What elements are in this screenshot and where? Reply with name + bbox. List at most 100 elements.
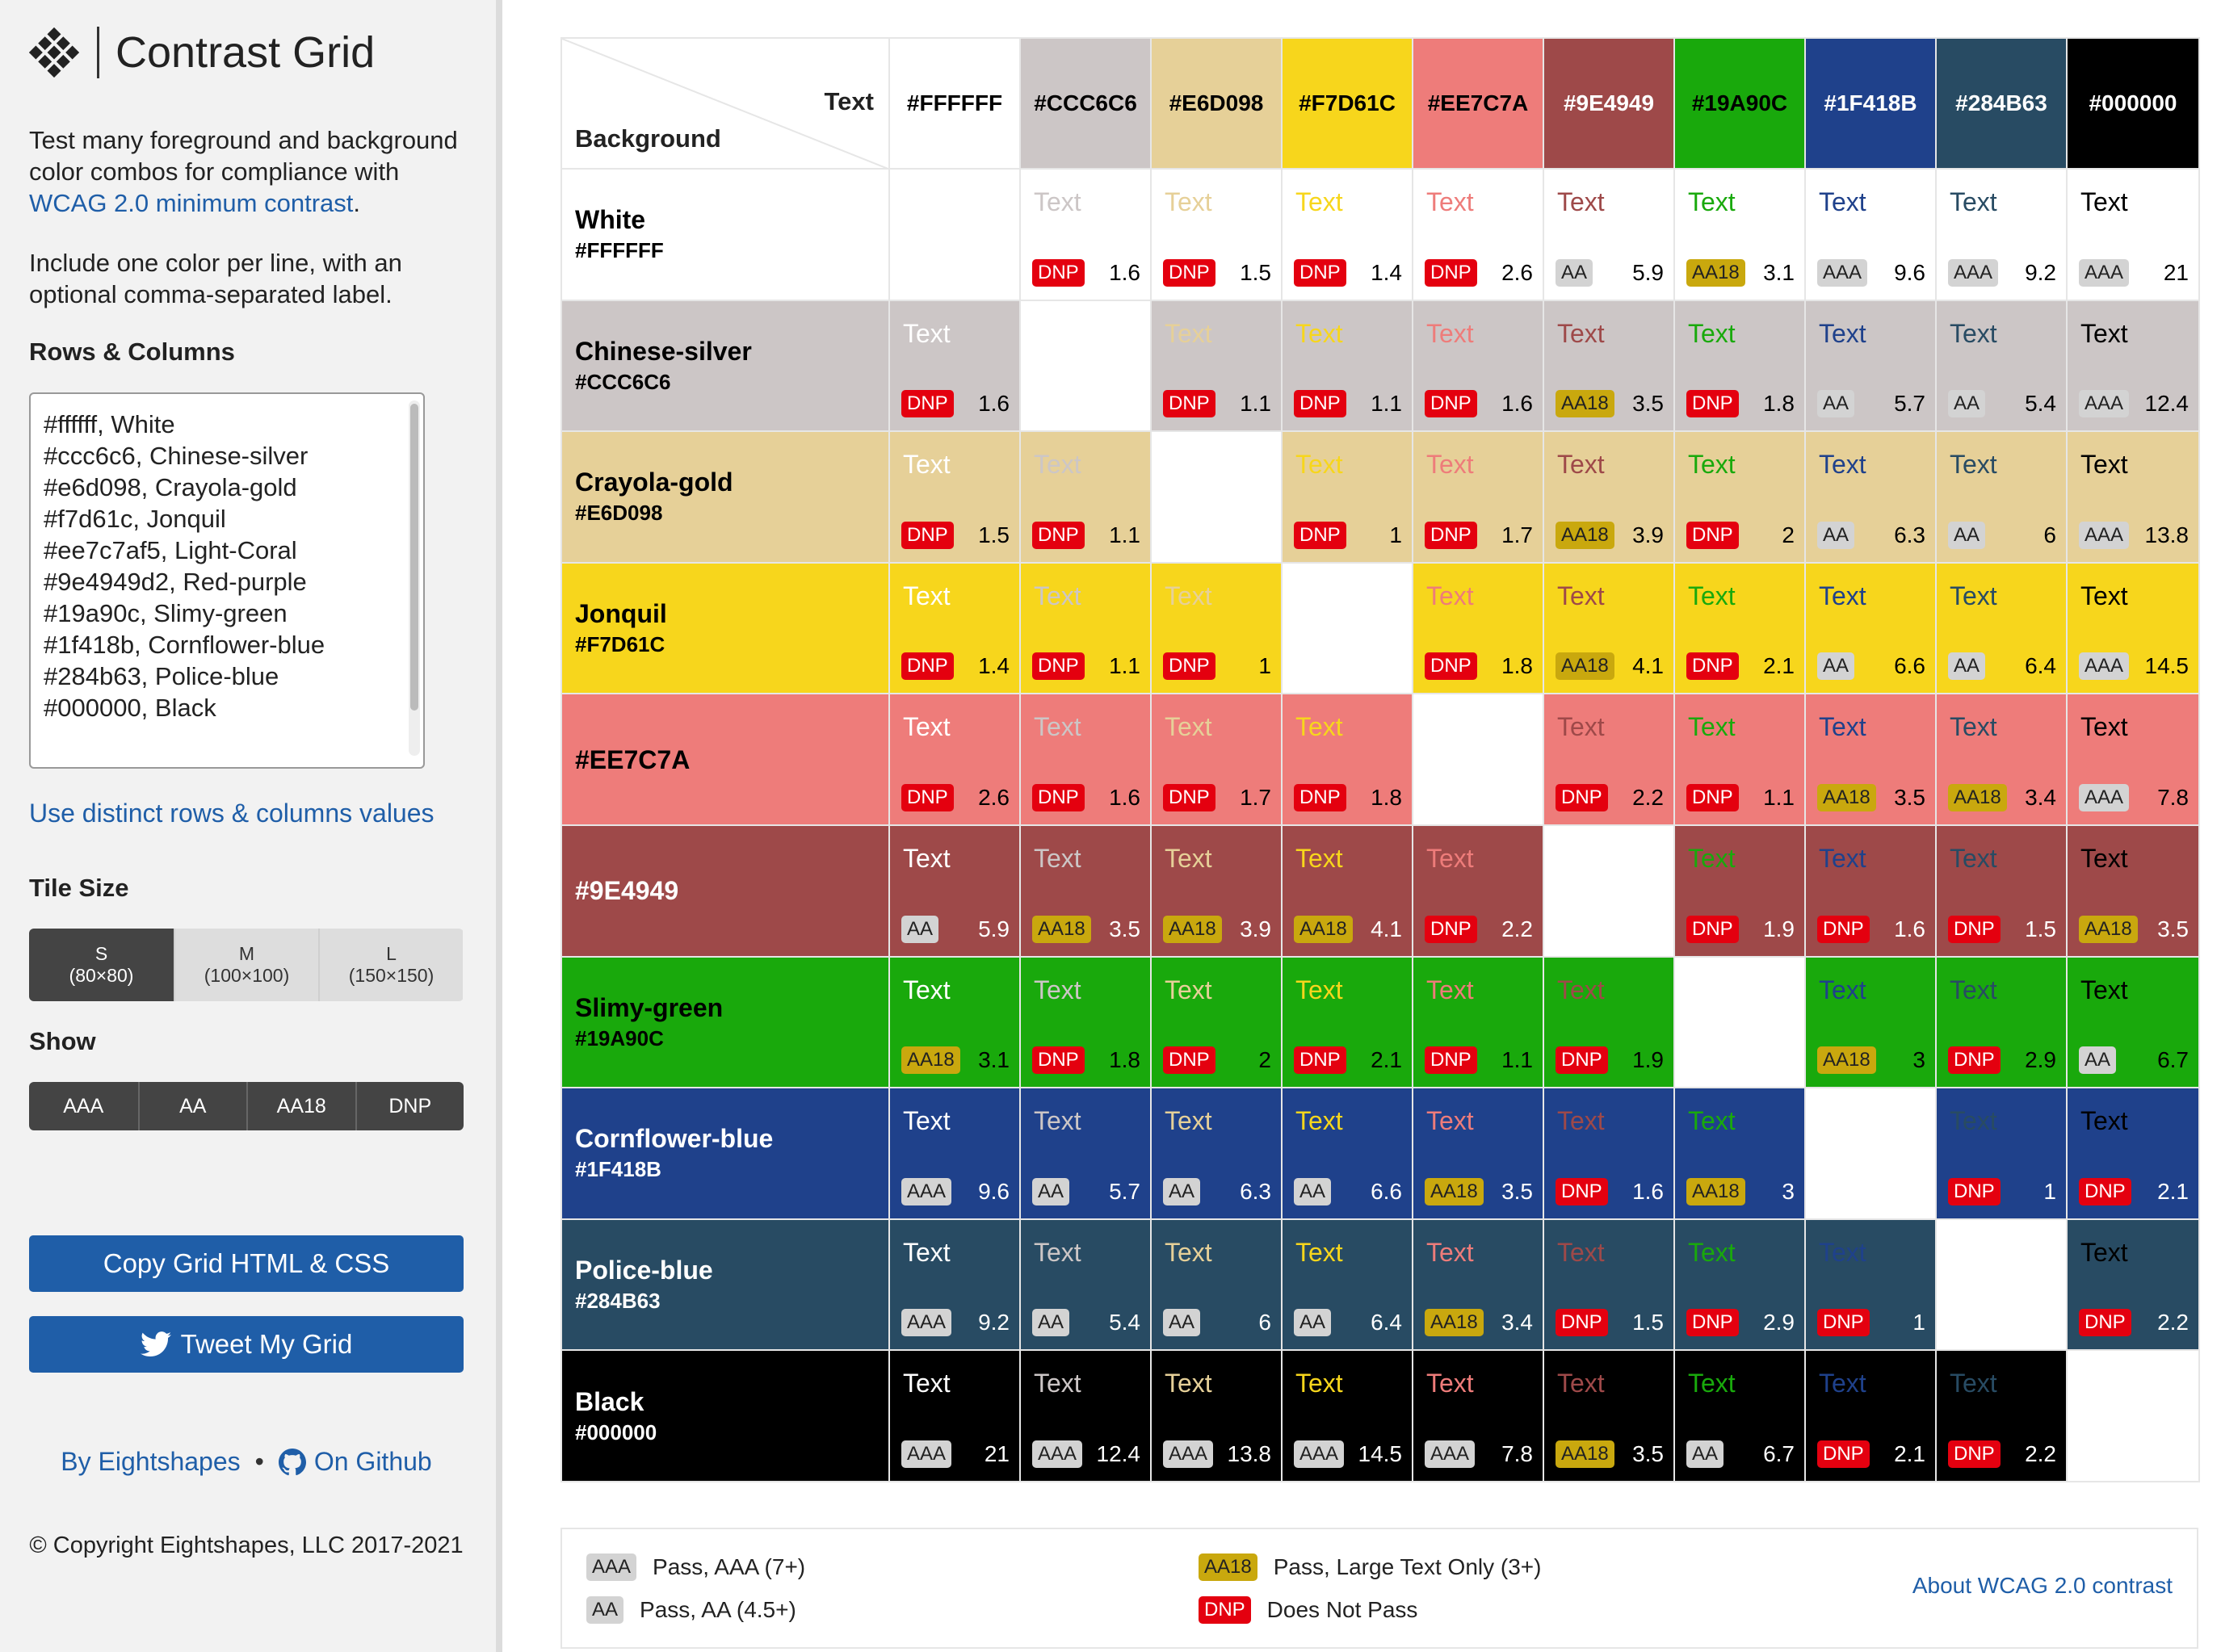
- grid-cell[interactable]: Text AA 6.6: [1804, 561, 1937, 695]
- grid-cell[interactable]: Text DNP 1.5: [1543, 1218, 1675, 1352]
- grid-cell[interactable]: Text DNP 2.2: [1935, 1349, 2068, 1482]
- grid-cell[interactable]: Text DNP 1.1: [1150, 299, 1283, 433]
- grid-cell[interactable]: Text DNP 2.6: [1412, 168, 1544, 301]
- grid-cell[interactable]: Text AAA 14.5: [1281, 1349, 1413, 1482]
- tile-size-s-button[interactable]: S (80×80): [29, 929, 174, 1001]
- grid-cell[interactable]: Text DNP 1.6: [1019, 168, 1152, 301]
- grid-cell[interactable]: Text AA 5.7: [1804, 299, 1937, 433]
- grid-cell[interactable]: Text DNP 2.6: [888, 693, 1021, 826]
- github-link[interactable]: On Github: [314, 1447, 432, 1477]
- grid-cell[interactable]: Text DNP 1.5: [888, 430, 1021, 564]
- grid-cell[interactable]: Text AA18 3.9: [1150, 824, 1283, 958]
- grid-cell[interactable]: Text AA18 3: [1804, 955, 1937, 1089]
- grid-cell[interactable]: Text AA 6.4: [1935, 561, 2068, 695]
- grid-cell[interactable]: Text DNP 1.8: [1412, 561, 1544, 695]
- grid-cell[interactable]: Text DNP 1: [1804, 1218, 1937, 1352]
- grid-cell[interactable]: Text DNP 1.1: [1281, 299, 1413, 433]
- grid-cell[interactable]: Text DNP 1.9: [1543, 955, 1675, 1089]
- grid-cell[interactable]: Text DNP 1.7: [1412, 430, 1544, 564]
- grid-cell[interactable]: Text DNP 2: [1673, 430, 1806, 564]
- grid-cell[interactable]: Text AA18 3.5: [1412, 1087, 1544, 1220]
- grid-cell[interactable]: Text AA18 3.1: [1673, 168, 1806, 301]
- grid-cell[interactable]: Text DNP 1.1: [1412, 955, 1544, 1089]
- grid-cell[interactable]: Text DNP 2.2: [1412, 824, 1544, 958]
- grid-cell[interactable]: Text AAA 12.4: [2066, 299, 2200, 433]
- grid-cell[interactable]: Text AA 6.7: [2066, 955, 2200, 1089]
- colors-textarea[interactable]: #ffffff, White #ccc6c6, Chinese-silver #…: [29, 392, 425, 769]
- grid-cell[interactable]: Text AAA 9.6: [888, 1087, 1021, 1220]
- grid-cell[interactable]: Text AA 6.7: [1673, 1349, 1806, 1482]
- grid-cell[interactable]: Text AA 6.3: [1150, 1087, 1283, 1220]
- grid-cell[interactable]: Text DNP 2: [1150, 955, 1283, 1089]
- grid-cell[interactable]: Text AAA 12.4: [1019, 1349, 1152, 1482]
- grid-cell[interactable]: Text AAA 7.8: [1412, 1349, 1544, 1482]
- grid-cell[interactable]: Text AA 5.7: [1019, 1087, 1152, 1220]
- distinct-values-link[interactable]: Use distinct rows & columns values: [29, 798, 481, 829]
- grid-cell[interactable]: Text DNP 1.8: [1673, 299, 1806, 433]
- grid-cell[interactable]: Text AA18 3.5: [1543, 299, 1675, 433]
- grid-cell[interactable]: Text DNP 1.6: [1019, 693, 1152, 826]
- grid-cell[interactable]: Text AAA 9.6: [1804, 168, 1937, 301]
- grid-cell[interactable]: Text AAA 13.8: [1150, 1349, 1283, 1482]
- grid-cell[interactable]: Text DNP 1.4: [1281, 168, 1413, 301]
- grid-cell[interactable]: Text AA 6: [1935, 430, 2068, 564]
- grid-cell[interactable]: Text AA 5.4: [1019, 1218, 1152, 1352]
- grid-cell[interactable]: Text DNP 1.8: [1281, 693, 1413, 826]
- grid-cell[interactable]: Text DNP 1.5: [1935, 824, 2068, 958]
- grid-cell[interactable]: Text AA18 3.4: [1935, 693, 2068, 826]
- copy-grid-button[interactable]: Copy Grid HTML & CSS: [29, 1235, 464, 1292]
- grid-cell[interactable]: Text DNP 2.9: [1673, 1218, 1806, 1352]
- grid-cell[interactable]: Text AA 6.3: [1804, 430, 1937, 564]
- grid-cell[interactable]: Text DNP 2.1: [2066, 1087, 2200, 1220]
- grid-cell[interactable]: Text AAA 21: [2066, 168, 2200, 301]
- grid-cell[interactable]: Text DNP 1.5: [1150, 168, 1283, 301]
- grid-cell[interactable]: Text AA 6.6: [1281, 1087, 1413, 1220]
- grid-cell[interactable]: Text DNP 1.6: [1412, 299, 1544, 433]
- grid-cell[interactable]: Text AA 5.4: [1935, 299, 2068, 433]
- grid-cell[interactable]: Text AA 5.9: [1543, 168, 1675, 301]
- grid-cell[interactable]: Text DNP 1.4: [888, 561, 1021, 695]
- grid-cell[interactable]: Text AAA 13.8: [2066, 430, 2200, 564]
- grid-cell[interactable]: Text AA 6: [1150, 1218, 1283, 1352]
- grid-cell[interactable]: Text DNP 1.1: [1019, 561, 1152, 695]
- grid-cell[interactable]: Text DNP 1: [1281, 430, 1413, 564]
- grid-cell[interactable]: Text DNP 1.6: [1543, 1087, 1675, 1220]
- grid-cell[interactable]: Text DNP 2.1: [1804, 1349, 1937, 1482]
- grid-cell[interactable]: Text AA18 3.5: [1804, 693, 1937, 826]
- show-dnp-toggle[interactable]: DNP: [355, 1082, 464, 1130]
- grid-cell[interactable]: Text DNP 1.7: [1150, 693, 1283, 826]
- grid-cell[interactable]: Text DNP 1.8: [1019, 955, 1152, 1089]
- grid-cell[interactable]: Text AA18 3.5: [1019, 824, 1152, 958]
- grid-cell[interactable]: Text DNP 1.6: [1804, 824, 1937, 958]
- grid-cell[interactable]: Text AA18 4.1: [1543, 561, 1675, 695]
- grid-cell[interactable]: Text AA18 3.5: [1543, 1349, 1675, 1482]
- grid-cell[interactable]: Text DNP 1.9: [1673, 824, 1806, 958]
- grid-cell[interactable]: Text AA18 4.1: [1281, 824, 1413, 958]
- tile-size-m-button[interactable]: M (100×100): [174, 929, 318, 1001]
- wcag-link[interactable]: WCAG 2.0 minimum contrast: [29, 189, 353, 217]
- show-aaa-toggle[interactable]: AAA: [29, 1082, 138, 1130]
- grid-cell[interactable]: Text DNP 2.2: [1543, 693, 1675, 826]
- by-eightshapes-link[interactable]: By Eightshapes: [61, 1447, 240, 1477]
- show-aa18-toggle[interactable]: AA18: [246, 1082, 355, 1130]
- grid-cell[interactable]: Text DNP 2.1: [1673, 561, 1806, 695]
- grid-cell[interactable]: Text DNP 2.9: [1935, 955, 2068, 1089]
- grid-cell[interactable]: Text AA18 3.4: [1412, 1218, 1544, 1352]
- grid-cell[interactable]: Text AA18 3: [1673, 1087, 1806, 1220]
- tile-size-l-button[interactable]: L (150×150): [318, 929, 463, 1001]
- about-wcag-link[interactable]: About WCAG 2.0 contrast: [1912, 1573, 2173, 1599]
- tweet-grid-button[interactable]: Tweet My Grid: [29, 1316, 464, 1373]
- grid-cell[interactable]: Text AAA 7.8: [2066, 693, 2200, 826]
- grid-cell[interactable]: Text AA18 3.1: [888, 955, 1021, 1089]
- grid-cell[interactable]: Text AA 5.9: [888, 824, 1021, 958]
- grid-cell[interactable]: Text AAA 14.5: [2066, 561, 2200, 695]
- grid-cell[interactable]: Text AAA 9.2: [1935, 168, 2068, 301]
- grid-cell[interactable]: Text AAA 9.2: [888, 1218, 1021, 1352]
- grid-cell[interactable]: Text AA18 3.5: [2066, 824, 2200, 958]
- grid-cell[interactable]: Text AA18 3.9: [1543, 430, 1675, 564]
- grid-cell[interactable]: Text DNP 2.2: [2066, 1218, 2200, 1352]
- grid-cell[interactable]: Text DNP 1: [1935, 1087, 2068, 1220]
- grid-cell[interactable]: Text DNP 1.1: [1019, 430, 1152, 564]
- grid-cell[interactable]: Text AAA 21: [888, 1349, 1021, 1482]
- grid-cell[interactable]: Text DNP 1.1: [1673, 693, 1806, 826]
